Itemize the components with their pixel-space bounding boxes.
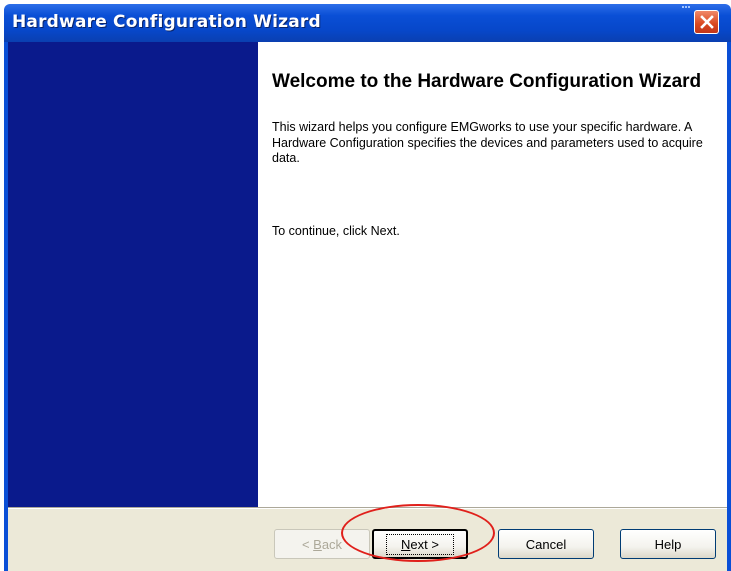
cancel-button-label: Cancel xyxy=(525,536,567,552)
wizard-content: Welcome to the Hardware Configuration Wi… xyxy=(258,42,727,507)
next-button[interactable]: Next > xyxy=(372,529,468,559)
next-button-label: ext > xyxy=(410,536,439,552)
title-bar[interactable]: Hardware Configuration Wizard xyxy=(4,4,731,42)
help-button-label: Help xyxy=(654,536,682,552)
back-button[interactable]: < Back xyxy=(274,529,370,559)
next-button-focus: Next > xyxy=(386,533,454,555)
window-frame-right xyxy=(727,42,731,571)
next-button-mnemonic: N xyxy=(401,536,411,552)
cancel-button[interactable]: Cancel xyxy=(498,529,594,559)
continue-instruction: To continue, click Next. xyxy=(272,224,400,238)
help-button[interactable]: Help xyxy=(620,529,716,559)
button-bar: < Back Next > Cancel Help xyxy=(8,509,727,571)
back-button-prefix: < xyxy=(301,536,314,552)
window-title: Hardware Configuration Wizard xyxy=(12,12,321,32)
page-title: Welcome to the Hardware Configuration Wi… xyxy=(272,71,702,92)
close-button[interactable] xyxy=(694,10,719,34)
wizard-description: This wizard helps you configure EMGworks… xyxy=(272,120,703,165)
back-button-mnemonic: B xyxy=(313,536,322,552)
back-button-label: ack xyxy=(321,536,343,552)
close-icon xyxy=(699,15,714,29)
titlebar-grip xyxy=(682,6,690,12)
wizard-sidebar-banner xyxy=(8,42,258,507)
wizard-window: Hardware Configuration Wizard Welcome to… xyxy=(4,4,731,571)
